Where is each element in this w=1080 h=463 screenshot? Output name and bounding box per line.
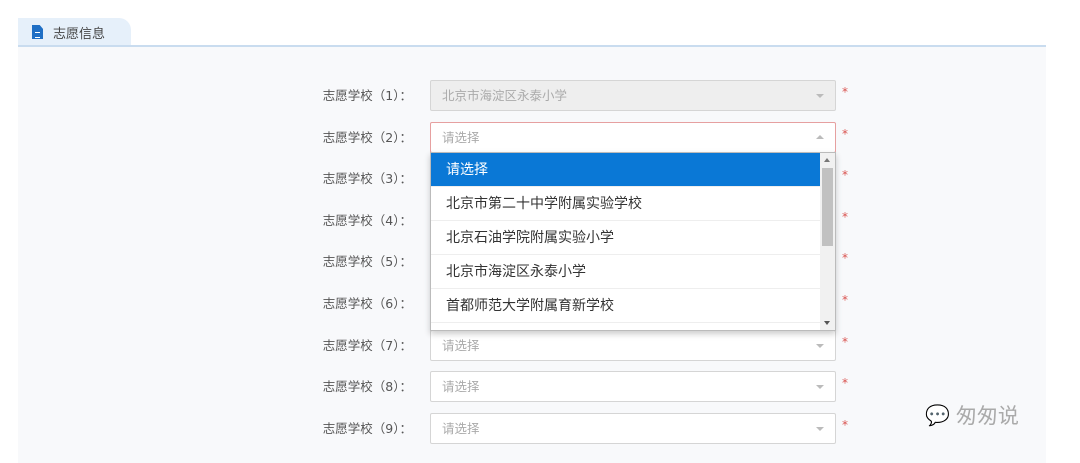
school-select[interactable]: 请选择 [430, 412, 836, 444]
dropdown-option[interactable]: 首都师范大学附属育新学校 [431, 289, 820, 323]
chevron-down-icon [816, 385, 824, 390]
select-value: 请选择 [442, 129, 480, 145]
required-mark: * [842, 251, 848, 266]
dropdown-option[interactable]: 北京石油学院附属实验小学 [431, 221, 820, 255]
school-choice-row: 志愿学校（8）： 请选择 * [0, 371, 1080, 403]
school-choice-label: 志愿学校（6）： [322, 296, 412, 311]
select-value: 北京市海淀区永泰小学 [442, 88, 568, 103]
required-mark: * [842, 85, 848, 99]
chevron-down-icon [816, 343, 824, 348]
school-choice-row: 志愿学校（7）： 请选择 * [0, 329, 1080, 361]
school-dropdown-list[interactable]: 请选择 北京市第二十中学附属实验学校 北京石油学院附属实验小学 北京市海淀区永泰小学首… [430, 152, 836, 331]
select-value: 请选择 [442, 420, 480, 436]
required-mark: * [842, 209, 848, 224]
document-icon [32, 25, 43, 39]
school-choice-label: 志愿学校（2）： [322, 129, 412, 145]
school-select: 北京市海淀区永泰小学 [430, 80, 836, 111]
scrollbar-thumb[interactable] [822, 168, 833, 246]
chevron-down-icon [816, 426, 824, 431]
school-choice-label: 志愿学校（1）： [322, 88, 412, 103]
watermark: 💬 匆匆说 [925, 400, 1019, 430]
tab-volunteer-info[interactable]: 志愿信息 [18, 18, 131, 46]
school-choice-label: 志愿学校（3）： [322, 171, 412, 187]
required-mark: * [842, 293, 848, 307]
watermark-text: 匆匆说 [955, 404, 1019, 428]
school-choice-label: 志愿学校（4）： [322, 212, 412, 228]
required-mark: * [842, 168, 848, 183]
required-mark: * [842, 376, 848, 391]
school-select[interactable]: 请选择 [430, 371, 836, 403]
school-choice-row: 志愿学校（2）： 请选择 * [0, 121, 1080, 153]
required-mark: * [842, 334, 848, 349]
select-value: 请选择 [442, 379, 480, 395]
school-choice-label: 志愿学校（8）： [322, 379, 412, 395]
scroll-up-icon[interactable] [824, 158, 830, 162]
dropdown-option[interactable]: 北京市海淀区永泰小学 [431, 255, 820, 289]
select-value: 请选择 [442, 337, 480, 353]
school-choice-row: 志愿学校（1）： 北京市海淀区永泰小学 * [0, 80, 1080, 111]
school-select[interactable]: 请选择 [430, 329, 836, 361]
tab-label: 志愿信息 [53, 26, 106, 42]
required-mark: * [842, 126, 848, 141]
school-choice-label: 志愿学校（7）： [322, 337, 412, 353]
school-choice-row: 志愿学校（9）： 请选择 * [0, 412, 1080, 444]
chevron-down-icon [816, 94, 824, 98]
chevron-up-icon [816, 134, 824, 139]
scroll-down-icon[interactable] [824, 321, 830, 325]
dropdown-option[interactable]: 北京市第二十中学附属实验学校 [431, 187, 820, 221]
school-choice-label: 志愿学校（5）： [322, 254, 412, 270]
dropdown-scrollbar[interactable] [820, 153, 835, 330]
school-choice-label: 志愿学校（9）： [322, 420, 412, 436]
wechat-icon: 💬 [925, 403, 950, 427]
dropdown-option[interactable]: 请选择 [431, 153, 820, 187]
required-mark: * [842, 417, 848, 432]
school-select[interactable]: 请选择 [430, 121, 836, 153]
